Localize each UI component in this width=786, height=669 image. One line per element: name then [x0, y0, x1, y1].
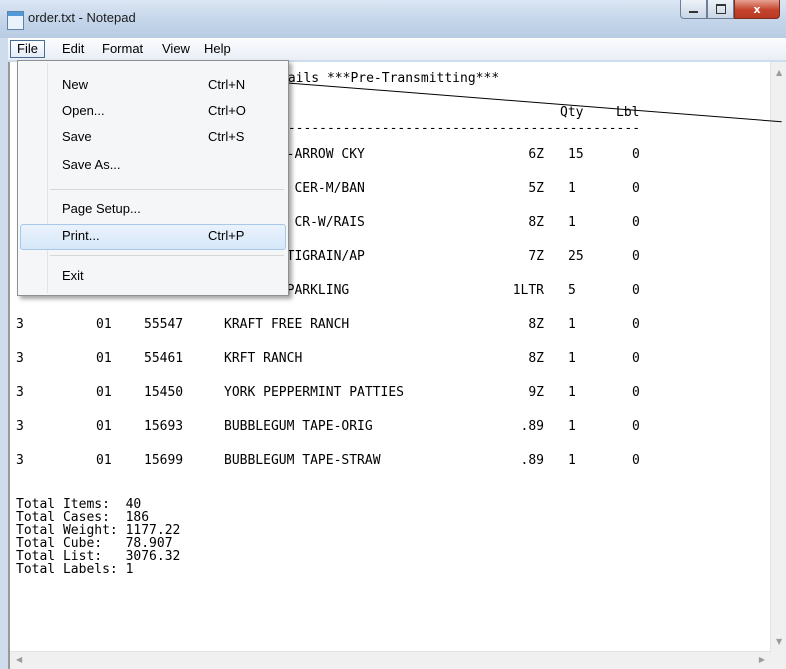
menu-item-label: New [62, 77, 89, 92]
row-desc: KRAFT FREE RANCH [224, 317, 350, 332]
menu-item-save-as[interactable]: Save As... [20, 153, 286, 179]
row-size: 6Z [528, 147, 544, 162]
row-a: 3 [16, 351, 24, 366]
menu-item-page-setup[interactable]: Page Setup... [20, 197, 286, 223]
total-line: Total Labels: 1 [16, 562, 134, 577]
row-qty: 1 [568, 385, 576, 400]
menu-separator [50, 255, 284, 256]
row-desc: BUBBLEGUM TAPE-STRAW [224, 453, 381, 468]
row-lbl: 0 [632, 215, 640, 230]
menu-item-label: Save [62, 129, 92, 144]
menu-item-shortcut: Ctrl+P [208, 228, 245, 243]
scroll-right-icon[interactable]: ▶ [759, 655, 765, 664]
notepad-window: order.txt - Notepad x File Edit Format V… [0, 0, 786, 669]
row-c: 55461 [144, 351, 184, 366]
menu-item-label: Page Setup... [62, 201, 141, 216]
row-size: 5Z [528, 181, 544, 196]
row-qty: 5 [568, 283, 576, 298]
minimize-button[interactable] [680, 0, 707, 19]
row-b: 01 [96, 317, 112, 332]
row-b: 01 [96, 419, 112, 434]
row-c: 15450 [144, 385, 184, 400]
close-icon: x [753, 2, 761, 16]
row-lbl: 0 [632, 385, 640, 400]
menu-item-open[interactable]: Open... Ctrl+O [20, 99, 286, 125]
row-size: .89 [520, 453, 544, 468]
menu-item-label: Exit [62, 268, 84, 283]
row-qty: 1 [568, 453, 576, 468]
scroll-left-icon[interactable]: ◀ [16, 655, 22, 664]
menu-help[interactable]: Help [198, 40, 237, 58]
menu-item-label: Open... [62, 103, 105, 118]
row-size: 7Z [528, 249, 544, 264]
window-title: order.txt - Notepad [28, 10, 136, 25]
row-a: 3 [16, 385, 24, 400]
row-qty: 1 [568, 419, 576, 434]
scroll-down-icon[interactable]: ▼ [776, 637, 782, 646]
menu-item-exit[interactable]: Exit [20, 264, 286, 290]
menu-format[interactable]: Format [96, 40, 149, 58]
menu-item-print[interactable]: Print... Ctrl+P [20, 224, 286, 250]
menu-item-shortcut: Ctrl+S [208, 129, 245, 144]
row-c: 55547 [144, 317, 184, 332]
vertical-scrollbar[interactable]: ▲ ▼ [770, 62, 786, 652]
row-b: 01 [96, 385, 112, 400]
row-qty: 15 [568, 147, 584, 162]
minimize-icon [689, 11, 698, 13]
menu-item-label: Print... [62, 228, 100, 243]
row-lbl: 0 [632, 249, 640, 264]
row-lbl: 0 [632, 147, 640, 162]
row-size: 8Z [528, 351, 544, 366]
row-qty: 1 [568, 351, 576, 366]
caption-buttons: x [680, 0, 780, 20]
menu-item-shortcut: Ctrl+N [208, 77, 246, 92]
menu-edit[interactable]: Edit [56, 40, 90, 58]
horizontal-scrollbar[interactable]: ◀ ▶ [10, 651, 771, 669]
title-bar[interactable]: order.txt - Notepad x [0, 0, 786, 38]
row-a: 3 [16, 317, 24, 332]
row-qty: 1 [568, 181, 576, 196]
notepad-icon [7, 11, 24, 30]
row-size: 9Z [528, 385, 544, 400]
row-a: 3 [16, 453, 24, 468]
maximize-icon [715, 4, 726, 14]
row-b: 01 [96, 351, 112, 366]
row-qty: 1 [568, 317, 576, 332]
maximize-button[interactable] [707, 0, 734, 19]
menu-view[interactable]: View [156, 40, 196, 58]
row-c: 15699 [144, 453, 184, 468]
row-qty: 1 [568, 215, 576, 230]
divider-line: ----------------------------------------… [280, 121, 641, 136]
row-size: 1LTR [512, 283, 544, 298]
row-lbl: 0 [632, 317, 640, 332]
row-size: 8Z [528, 317, 544, 332]
row-desc: KRFT RANCH [224, 351, 303, 366]
menu-item-new[interactable]: New Ctrl+N [20, 73, 286, 99]
row-desc: BUBBLEGUM TAPE-ORIG [224, 419, 373, 434]
row-lbl: 0 [632, 283, 640, 298]
row-lbl: 0 [632, 453, 640, 468]
row-lbl: 0 [632, 181, 640, 196]
menu-bar: File Edit Format View Help [8, 38, 786, 60]
row-lbl: 0 [632, 419, 640, 434]
menu-file[interactable]: File [10, 40, 45, 58]
row-size: 8Z [528, 215, 544, 230]
resize-grip[interactable] [771, 652, 786, 669]
close-button[interactable]: x [734, 0, 780, 19]
row-qty: 25 [568, 249, 584, 264]
menu-separator [50, 189, 284, 190]
row-a: 3 [16, 419, 24, 434]
menu-item-shortcut: Ctrl+O [208, 103, 246, 118]
file-menu-dropdown: New Ctrl+N Open... Ctrl+O Save Ctrl+S Sa… [17, 60, 289, 296]
row-size: .89 [520, 419, 544, 434]
row-b: 01 [96, 453, 112, 468]
row-lbl: 0 [632, 351, 640, 366]
menu-item-save[interactable]: Save Ctrl+S [20, 125, 286, 151]
column-header-lbl: Lbl [616, 105, 640, 120]
scroll-up-icon[interactable]: ▲ [776, 68, 782, 77]
row-c: 15693 [144, 419, 184, 434]
column-header-qty: Qty [560, 105, 584, 120]
row-desc: YORK PEPPERMINT PATTIES [224, 385, 405, 400]
menu-item-label: Save As... [62, 157, 121, 172]
